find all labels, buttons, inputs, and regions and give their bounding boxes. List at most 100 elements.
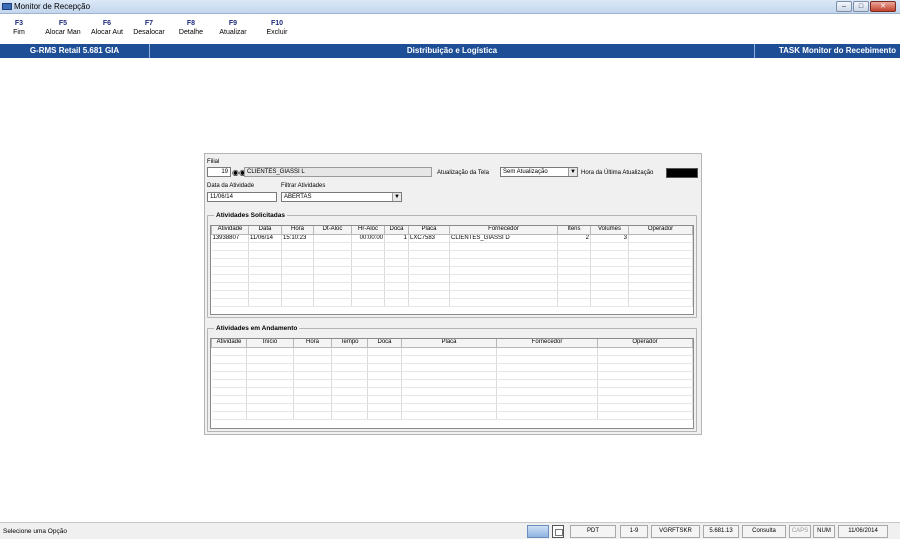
column-header[interactable]: Data bbox=[248, 226, 282, 235]
column-header[interactable]: Itens bbox=[557, 226, 591, 235]
banner-product: G-RMS Retail 5.681 GIA bbox=[0, 44, 150, 58]
fkey-excluir-button[interactable]: F10 Excluir bbox=[258, 19, 296, 37]
column-header[interactable]: Fornecedor bbox=[496, 339, 598, 348]
table-row[interactable] bbox=[211, 355, 693, 364]
table-row[interactable] bbox=[211, 371, 693, 380]
window-title: Monitor de Recepção bbox=[14, 2, 91, 11]
solicitadas-grid[interactable]: Atividade Data Hora Dt-Aloc Hr-Aloc Doca… bbox=[210, 225, 694, 315]
data-atividade-input[interactable]: 11/06/14 bbox=[207, 192, 277, 202]
filtrar-select[interactable]: ABERTAS ▼ bbox=[281, 192, 402, 202]
column-header[interactable]: Placa bbox=[401, 339, 497, 348]
fkey-label: Atualizar bbox=[219, 29, 247, 36]
fkey-label: Detalhe bbox=[178, 29, 204, 36]
table-row[interactable] bbox=[211, 347, 693, 356]
filial-name-field: CLIENTES_GIASSI L bbox=[244, 167, 432, 177]
status-panel-mode: Consulta bbox=[742, 525, 786, 538]
cell-hr-aloc: 00:00:00 bbox=[351, 234, 385, 243]
andamento-header: Atividade Início Hora Tempo Doca Placa F… bbox=[211, 339, 693, 348]
column-header[interactable]: Atividade bbox=[211, 339, 247, 348]
filial-label: Filial bbox=[207, 159, 220, 165]
status-bar: Selecione uma Opção PDT 1-9 VGRFTSKR 5.6… bbox=[0, 522, 900, 539]
status-panel-date: 11/06/2014 bbox=[838, 525, 888, 538]
status-message: Selecione uma Opção bbox=[3, 528, 67, 535]
atualizacao-label: Atualização da Tela bbox=[437, 170, 489, 176]
fkey-atualizar-button[interactable]: F9 Atualizar bbox=[212, 19, 254, 37]
filial-input[interactable]: 19 bbox=[207, 167, 231, 177]
table-row[interactable] bbox=[211, 298, 693, 307]
table-row[interactable] bbox=[211, 387, 693, 396]
status-panel-range: 1-9 bbox=[620, 525, 648, 538]
table-row[interactable] bbox=[211, 274, 693, 283]
binoculars-icon[interactable]: ◉◉ bbox=[232, 168, 246, 177]
column-header[interactable]: Dt-Aloc bbox=[313, 226, 352, 235]
column-header[interactable]: Início bbox=[246, 339, 294, 348]
fkey-code: F5 bbox=[58, 20, 68, 27]
fkey-fim-button[interactable]: F3 Fim bbox=[2, 19, 36, 37]
fkey-code: F7 bbox=[144, 20, 154, 27]
andamento-grid[interactable]: Atividade Início Hora Tempo Doca Placa F… bbox=[210, 338, 694, 429]
table-row[interactable] bbox=[211, 379, 693, 388]
table-row[interactable]: 13938807 11/06/14 15:10:23 00:00:00 1 LX… bbox=[211, 234, 693, 243]
fkey-alocar-man-button[interactable]: F5 Alocar Man bbox=[41, 19, 85, 37]
chevron-down-icon[interactable]: ▼ bbox=[568, 168, 577, 176]
column-header[interactable]: Placa bbox=[408, 226, 450, 235]
fkey-desalocar-button[interactable]: F7 Desalocar bbox=[128, 19, 170, 37]
status-panel-caps: CAPS bbox=[789, 525, 811, 538]
column-header[interactable]: Hora bbox=[293, 339, 332, 348]
column-header[interactable]: Tempo bbox=[331, 339, 368, 348]
maximize-button[interactable]: □ bbox=[853, 1, 869, 12]
fkey-detalhe-button[interactable]: F8 Detalhe bbox=[172, 19, 210, 37]
filtrar-label: Filtrar Atividades bbox=[281, 183, 326, 189]
table-row[interactable] bbox=[211, 266, 693, 275]
cell-atividade: 13938807 bbox=[211, 234, 249, 243]
cell-operador bbox=[628, 234, 693, 243]
table-row[interactable] bbox=[211, 363, 693, 372]
close-button[interactable]: ✕ bbox=[870, 1, 896, 12]
fkey-code: F10 bbox=[270, 20, 284, 27]
cell-itens: 2 bbox=[557, 234, 591, 243]
column-header[interactable]: Atividade bbox=[211, 226, 249, 235]
fkey-label: Fim bbox=[13, 29, 25, 36]
table-row[interactable] bbox=[211, 242, 693, 251]
fkey-label: Desalocar bbox=[133, 29, 165, 36]
andamento-title: Atividades em Andamento bbox=[214, 324, 300, 333]
module-banner: G-RMS Retail 5.681 GIA Distribuição e Lo… bbox=[0, 44, 900, 58]
filtrar-value: ABERTAS bbox=[284, 194, 312, 200]
column-header[interactable]: Hora bbox=[281, 226, 314, 235]
column-header[interactable]: Volumes bbox=[590, 226, 629, 235]
minimize-button[interactable]: – bbox=[836, 1, 852, 12]
column-header[interactable]: Operador bbox=[628, 226, 693, 235]
column-header[interactable]: Fornecedor bbox=[449, 226, 558, 235]
status-panel-program: VGRFTSKR bbox=[651, 525, 700, 538]
cell-dt-aloc bbox=[313, 234, 352, 243]
table-row[interactable] bbox=[211, 258, 693, 267]
function-key-toolbar: F3 Fim F5 Alocar Man F6 Alocar Aut F7 De… bbox=[0, 15, 900, 43]
status-panel-version: 5.681.13 bbox=[703, 525, 739, 538]
network-icon bbox=[527, 525, 549, 538]
column-header[interactable]: Doca bbox=[384, 226, 409, 235]
hora-ultima-field bbox=[666, 168, 698, 178]
column-header[interactable]: Hr-Aloc bbox=[351, 226, 385, 235]
fkey-code: F6 bbox=[102, 20, 112, 27]
atualizacao-value: Sem Atualização bbox=[503, 169, 548, 175]
table-row[interactable] bbox=[211, 403, 693, 412]
table-row[interactable] bbox=[211, 395, 693, 404]
fkey-code: F3 bbox=[14, 20, 24, 27]
atualizacao-select[interactable]: Sem Atualização ▼ bbox=[500, 167, 578, 177]
table-row[interactable] bbox=[211, 282, 693, 291]
fkey-alocar-aut-button[interactable]: F6 Alocar Aut bbox=[86, 19, 128, 37]
fkey-label: Alocar Aut bbox=[91, 29, 123, 36]
table-row[interactable] bbox=[211, 411, 693, 420]
table-row[interactable] bbox=[211, 250, 693, 259]
status-panel-num: NUM bbox=[813, 525, 835, 538]
column-header[interactable]: Operador bbox=[597, 339, 693, 348]
cell-doca: 1 bbox=[384, 234, 409, 243]
table-row[interactable] bbox=[211, 290, 693, 299]
cell-fornecedor: CLIENTES_GIASSI D bbox=[449, 234, 558, 243]
solicitadas-header: Atividade Data Hora Dt-Aloc Hr-Aloc Doca… bbox=[211, 226, 693, 235]
column-header[interactable]: Doca bbox=[367, 339, 402, 348]
chevron-down-icon[interactable]: ▼ bbox=[392, 193, 401, 201]
cell-hora: 15:10:23 bbox=[281, 234, 314, 243]
banner-task: TASK Monitor do Recebimento bbox=[778, 46, 896, 55]
cell-placa: LXC7583 bbox=[408, 234, 450, 243]
